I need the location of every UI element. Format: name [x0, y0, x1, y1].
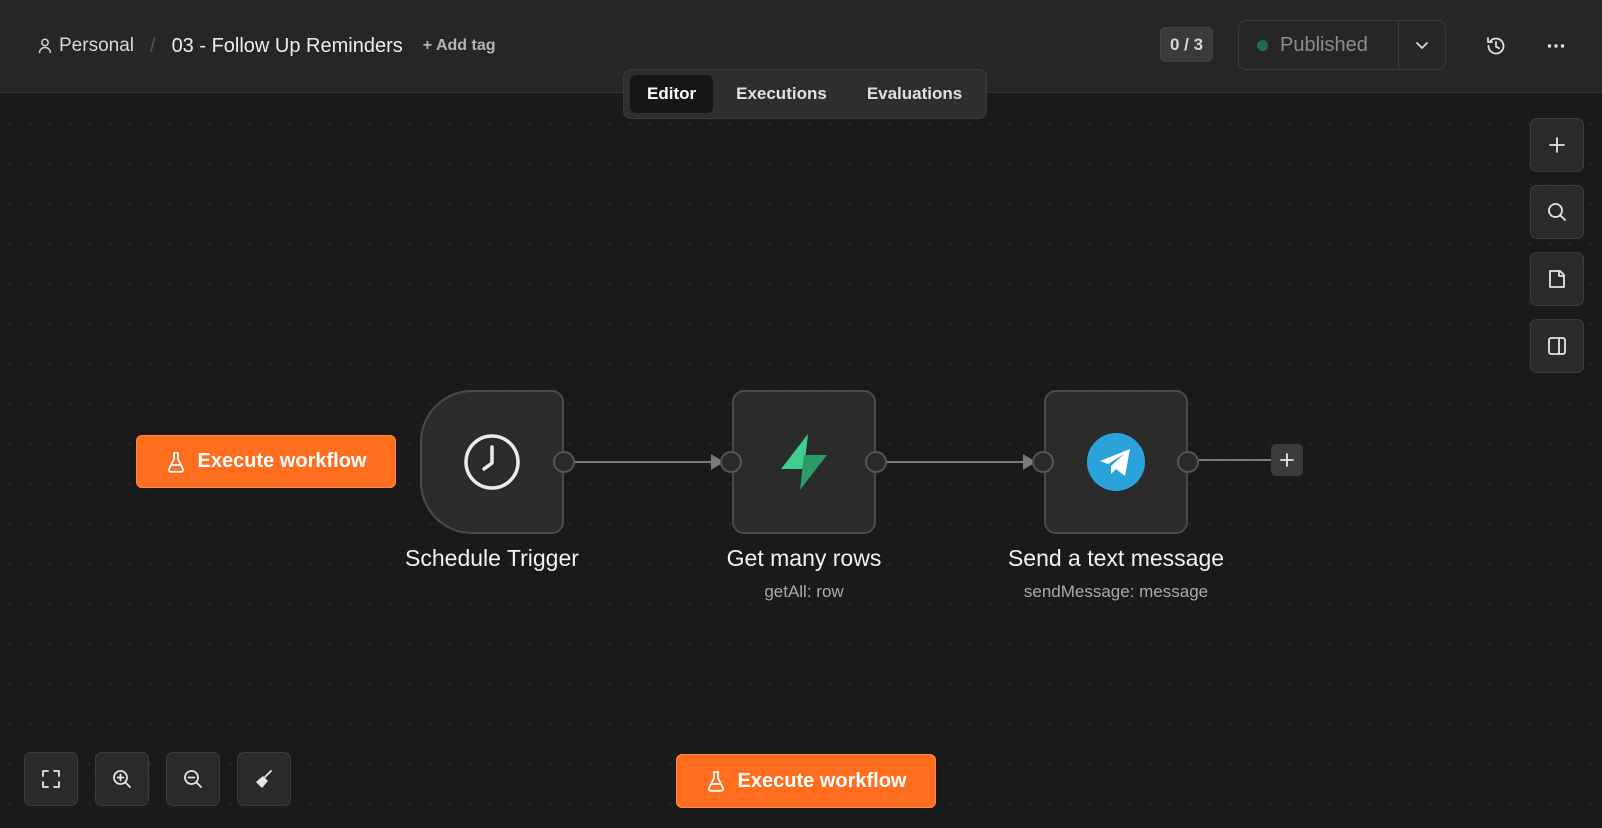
node-subtitle: getAll: row	[764, 582, 844, 601]
zoom-out-icon	[184, 770, 202, 788]
node-label: Get many rows	[726, 545, 882, 571]
node-label: Send a text message	[1007, 545, 1225, 571]
node-label: Schedule Trigger	[405, 545, 579, 571]
canvas-zoom-toolbar	[24, 752, 291, 806]
input-handle[interactable]	[1032, 451, 1054, 473]
node-subtitle: sendMessage: message	[1023, 582, 1209, 601]
execute-workflow-button-inline[interactable]: Execute workflow	[136, 435, 396, 488]
clock-icon	[464, 434, 520, 490]
fit-view-icon	[42, 770, 60, 788]
input-handle[interactable]	[720, 451, 742, 473]
zoom-in-button[interactable]	[95, 752, 149, 806]
execute-workflow-label: Execute workflow	[197, 450, 367, 472]
execute-workflow-label: Execute workflow	[737, 769, 907, 792]
zoom-out-button[interactable]	[166, 752, 220, 806]
broom-icon	[256, 770, 272, 788]
execute-workflow-button[interactable]: Execute workflow	[676, 754, 936, 808]
add-next-node-button[interactable]	[1271, 444, 1303, 476]
output-handle[interactable]	[1177, 451, 1199, 473]
output-handle[interactable]	[865, 451, 887, 473]
fit-view-button[interactable]	[24, 752, 78, 806]
node-send-text-message[interactable]	[1044, 390, 1188, 534]
supabase-icon	[781, 434, 827, 490]
output-handle[interactable]	[553, 451, 575, 473]
flask-icon	[167, 451, 184, 473]
node-schedule-trigger[interactable]	[420, 390, 564, 534]
telegram-icon	[1087, 433, 1145, 491]
node-get-many-rows[interactable]	[732, 390, 876, 534]
zoom-in-icon	[113, 770, 131, 788]
flask-icon	[707, 771, 724, 792]
tidy-up-button[interactable]	[237, 752, 291, 806]
plus-icon	[1280, 453, 1294, 467]
